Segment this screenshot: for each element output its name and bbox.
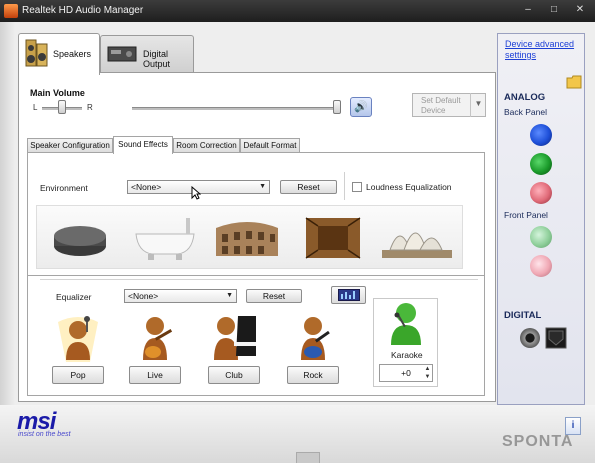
equalizer-label: Equalizer [56, 292, 92, 302]
resize-grip[interactable] [296, 452, 320, 463]
loudness-equalization-label: Loudness Equalization [366, 182, 452, 192]
eq-preset-pop-button[interactable]: Pop [52, 366, 104, 384]
balance-right-label: R [87, 103, 93, 112]
wooden-room-icon[interactable] [296, 210, 370, 264]
back-jack-pink[interactable] [530, 182, 552, 204]
front-panel-label: Front Panel [504, 210, 548, 220]
eq-preset-live-button[interactable]: Live [129, 366, 181, 384]
divider [344, 172, 345, 200]
mute-button[interactable]: 🔊 [350, 97, 372, 117]
loudness-equalization-checkbox[interactable] [352, 182, 362, 192]
karaoke-singer-icon [391, 303, 421, 345]
close-button[interactable]: ✕ [567, 2, 593, 18]
eq-preset-club-button[interactable]: Club [208, 366, 260, 384]
balance-left-label: L [33, 103, 38, 112]
equalizer-select[interactable]: <None> ▼ [124, 289, 237, 303]
karaoke-value: +0 [401, 368, 411, 378]
coaxial-jack-icon[interactable] [520, 328, 540, 348]
speaker-volume-icon: 🔊 [354, 101, 368, 113]
tab-room-correction[interactable]: Room Correction [173, 138, 240, 153]
piano-player-icon[interactable] [210, 312, 258, 364]
tab-speaker-configuration[interactable]: Speaker Configuration [27, 138, 113, 153]
watermark: SPONTA [502, 433, 574, 450]
folder-icon[interactable] [566, 75, 582, 89]
digital-label: DIGITAL [504, 310, 542, 321]
chevron-down-icon: ▼ [259, 183, 266, 190]
device-advanced-settings-link[interactable]: Device advanced settings [505, 39, 581, 61]
balance-slider-thumb[interactable] [58, 100, 66, 114]
volume-slider-track [132, 107, 340, 110]
volume-slider-thumb[interactable] [333, 100, 341, 114]
chevron-down-icon: ▼ [226, 292, 233, 299]
tab-default-format[interactable]: Default Format [240, 138, 300, 153]
environment-label: Environment [40, 183, 88, 193]
main-volume-label: Main Volume [30, 88, 85, 98]
equalizer-select-value: <None> [128, 291, 159, 301]
guitar-player-icon[interactable] [131, 312, 179, 364]
pop-singer-icon[interactable] [54, 312, 102, 364]
front-jack-green[interactable] [530, 226, 552, 248]
tab-speakers-label: Speakers [53, 49, 92, 59]
back-jack-green[interactable] [530, 153, 552, 175]
opera-house-icon[interactable] [380, 210, 454, 264]
back-panel-label: Back Panel [504, 107, 547, 117]
chevron-down-icon[interactable]: ▼ [470, 93, 486, 117]
graphic-equalizer-icon [337, 289, 360, 301]
tab-speakers[interactable]: Speakers [18, 33, 100, 75]
karaoke-label: Karaoke [391, 350, 423, 360]
optical-jack-icon[interactable] [545, 327, 567, 349]
divider [40, 279, 478, 280]
stepper-up-icon[interactable]: ▲ [423, 365, 432, 373]
tab-digital-output[interactable]: Digital Output [100, 35, 194, 73]
graphic-equalizer-button[interactable] [331, 286, 366, 304]
speaker-icon [25, 39, 48, 67]
realtek-app-icon [4, 4, 18, 18]
window-title: Realtek HD Audio Manager [22, 5, 144, 16]
mouse-cursor-icon [191, 186, 201, 200]
tab-sound-effects[interactable]: Sound Effects [113, 136, 173, 154]
colosseum-icon[interactable] [210, 210, 284, 264]
stone-disc-icon[interactable] [43, 210, 117, 264]
bathtub-icon[interactable] [128, 210, 202, 264]
equalizer-reset-button[interactable]: Reset [246, 289, 302, 303]
environment-reset-button[interactable]: Reset [280, 180, 337, 194]
msi-tagline: insist on the best [18, 431, 71, 438]
maximize-button[interactable]: □ [541, 2, 567, 18]
digital-output-device-icon [107, 46, 137, 62]
front-jack-pink[interactable] [530, 255, 552, 277]
tab-digital-output-label: Digital Output [143, 49, 171, 69]
minimize-button[interactable]: – [515, 2, 541, 18]
rock-guitarist-icon[interactable] [289, 312, 337, 364]
stepper-down-icon[interactable]: ▼ [423, 373, 432, 381]
back-jack-blue[interactable] [530, 124, 552, 146]
environment-select-value: <None> [131, 182, 162, 192]
eq-preset-rock-button[interactable]: Rock [287, 366, 339, 384]
analog-label: ANALOG [504, 92, 546, 103]
